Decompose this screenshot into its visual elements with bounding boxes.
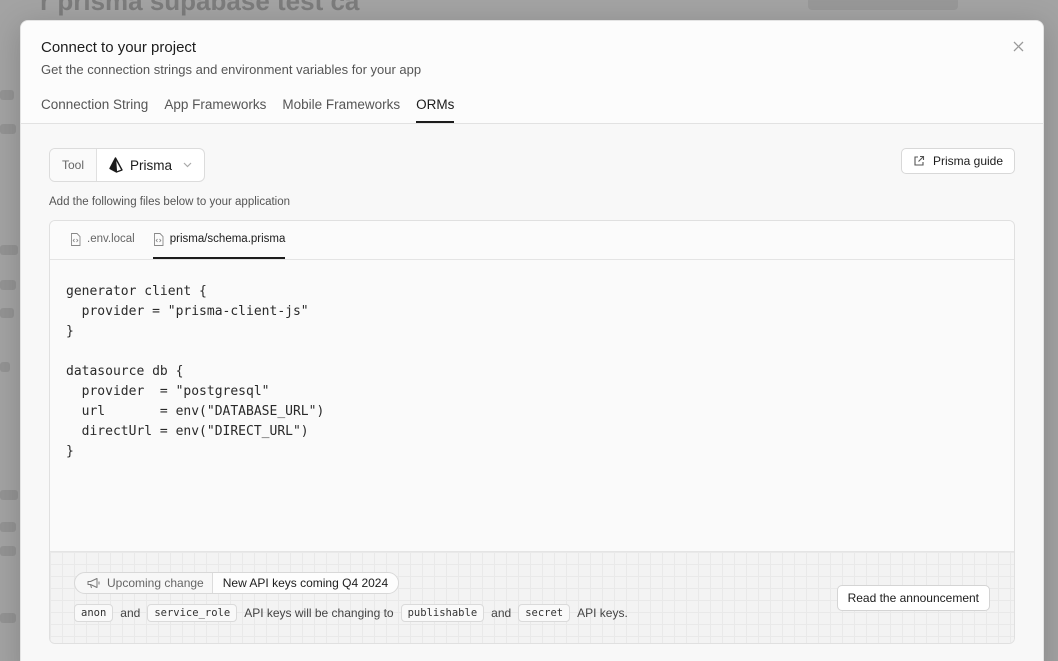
notice-text-segment: API keys. — [577, 606, 628, 620]
code-chip-publishable: publishable — [400, 604, 485, 622]
chevron-down-icon — [183, 162, 192, 168]
background-line — [0, 308, 14, 318]
tab-mobile-frameworks[interactable]: Mobile Frameworks — [282, 97, 400, 123]
api-keys-notice: Upcoming change New API keys coming Q4 2… — [50, 551, 1014, 643]
code-chip-secret: secret — [518, 604, 571, 622]
background-line — [0, 490, 18, 500]
tab-app-frameworks[interactable]: App Frameworks — [164, 97, 266, 123]
file-tab-bar: .env.local prisma/schema.prisma — [50, 221, 1014, 260]
background-line — [0, 613, 16, 623]
prisma-logo-icon — [109, 157, 123, 173]
close-icon — [1013, 41, 1023, 51]
read-announcement-button[interactable]: Read the announcement — [836, 585, 990, 611]
prisma-guide-label: Prisma guide — [932, 154, 1003, 168]
background-line — [0, 245, 18, 255]
file-tab-label: prisma/schema.prisma — [169, 233, 286, 245]
background-line — [0, 522, 16, 532]
background-line — [0, 280, 16, 290]
badge-right: New API keys coming Q4 2024 — [212, 573, 399, 593]
background-page-title: r prisma supabase test ca — [40, 0, 360, 16]
background-line — [0, 362, 10, 372]
badge-left-label: Upcoming change — [107, 576, 204, 590]
badge-left: Upcoming change — [75, 573, 213, 593]
notice-text-segment: and — [491, 606, 512, 620]
file-code-icon — [71, 232, 81, 246]
modal-body: Tool Prisma Prisma guide Add the followi… — [21, 124, 1043, 661]
background-header-control — [808, 0, 958, 10]
tab-bar: Connection String App Frameworks Mobile … — [41, 97, 1023, 123]
external-link-icon — [914, 155, 925, 166]
upcoming-change-badge: Upcoming change New API keys coming Q4 2… — [74, 572, 400, 594]
file-tab-env-local[interactable]: .env.local — [70, 221, 135, 259]
notice-text-segment: API keys will be changing to — [244, 606, 394, 620]
tab-orms[interactable]: ORMs — [416, 97, 455, 123]
close-button[interactable] — [1009, 37, 1027, 55]
file-tab-label: .env.local — [87, 233, 135, 245]
file-panel: .env.local prisma/schema.prisma generato… — [49, 220, 1015, 644]
tool-label: Tool — [50, 149, 98, 181]
background-line — [0, 546, 16, 556]
code-chip-anon: anon — [74, 604, 114, 622]
connect-modal: Connect to your project Get the connecti… — [20, 20, 1044, 661]
tool-row: Tool Prisma Prisma guide — [49, 148, 1015, 182]
file-code-icon — [153, 232, 164, 246]
code-chip-service-role: service_role — [147, 604, 238, 622]
file-tab-schema-prisma[interactable]: prisma/schema.prisma — [152, 221, 286, 259]
modal-header: Connect to your project Get the connecti… — [21, 21, 1043, 124]
prisma-guide-button[interactable]: Prisma guide — [900, 148, 1015, 174]
modal-subtitle: Get the connection strings and environme… — [41, 62, 422, 77]
code-block: generator client { provider = "prisma-cl… — [50, 260, 1014, 552]
tool-dropdown[interactable]: Prisma — [97, 149, 204, 181]
instructions-text: Add the following files below to your ap… — [49, 196, 291, 208]
megaphone-icon — [87, 578, 100, 589]
background-line — [0, 124, 16, 134]
modal-title: Connect to your project — [41, 39, 197, 56]
background-line — [0, 90, 14, 100]
tool-value-label: Prisma — [130, 157, 173, 173]
notice-text-segment: and — [120, 606, 141, 620]
tool-select: Tool Prisma — [49, 148, 206, 182]
tab-connection-string[interactable]: Connection String — [41, 97, 148, 123]
